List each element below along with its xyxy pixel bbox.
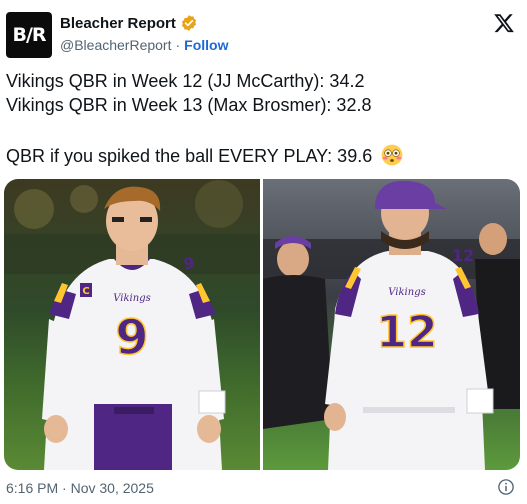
jersey-number-right: 12: [376, 307, 437, 358]
post-text-line-2: Vikings QBR in Week 13 (Max Brosmer): 32…: [6, 95, 372, 115]
x-logo-icon[interactable]: [493, 12, 515, 34]
tweet-header: B / R Bleacher Report @BleacherReport · Fo…: [0, 0, 527, 60]
jersey-wordmark-right: Vikings: [388, 287, 425, 298]
separator-dot: ·: [175, 37, 181, 53]
handle[interactable]: @BleacherReport: [60, 37, 172, 53]
info-icon[interactable]: [497, 478, 515, 496]
shoulder-number-left: 9: [183, 254, 194, 273]
photo-left[interactable]: Vikings C 9 9: [4, 179, 260, 470]
flushed-face-emoji-icon: [381, 144, 403, 166]
avatar[interactable]: B / R: [6, 12, 52, 58]
post-text-line-1: Vikings QBR in Week 12 (JJ McCarthy): 34…: [6, 71, 365, 91]
player-photo-9: Vikings C 9 9: [4, 179, 260, 470]
verified-badge-icon: [181, 15, 196, 31]
jersey-wordmark-left: Vikings: [113, 293, 150, 304]
media-grid: Vikings C 9 9 Vikings 12 12: [4, 179, 520, 470]
photo-right[interactable]: Vikings 12 12: [263, 179, 520, 470]
display-name[interactable]: Bleacher Report: [60, 15, 176, 32]
handle-row: @BleacherReport · Follow: [60, 37, 229, 53]
player-photo-12: Vikings 12 12: [263, 179, 520, 470]
avatar-letter-b: B: [12, 24, 27, 46]
shoulder-number-right: 12: [452, 246, 474, 265]
avatar-letter-r: R: [31, 24, 47, 46]
post-timestamp[interactable]: 6:16 PM · Nov 30, 2025: [6, 480, 154, 496]
jersey-number-left: 9: [115, 310, 148, 366]
post-text-line-3-text: QBR if you spiked the ball EVERY PLAY: 3…: [6, 146, 373, 166]
post-text-line-3: QBR if you spiked the ball EVERY PLAY: 3…: [6, 144, 516, 168]
follow-button[interactable]: Follow: [184, 37, 228, 53]
svg-text:C: C: [82, 286, 89, 297]
name-row: Bleacher Report: [60, 14, 198, 32]
